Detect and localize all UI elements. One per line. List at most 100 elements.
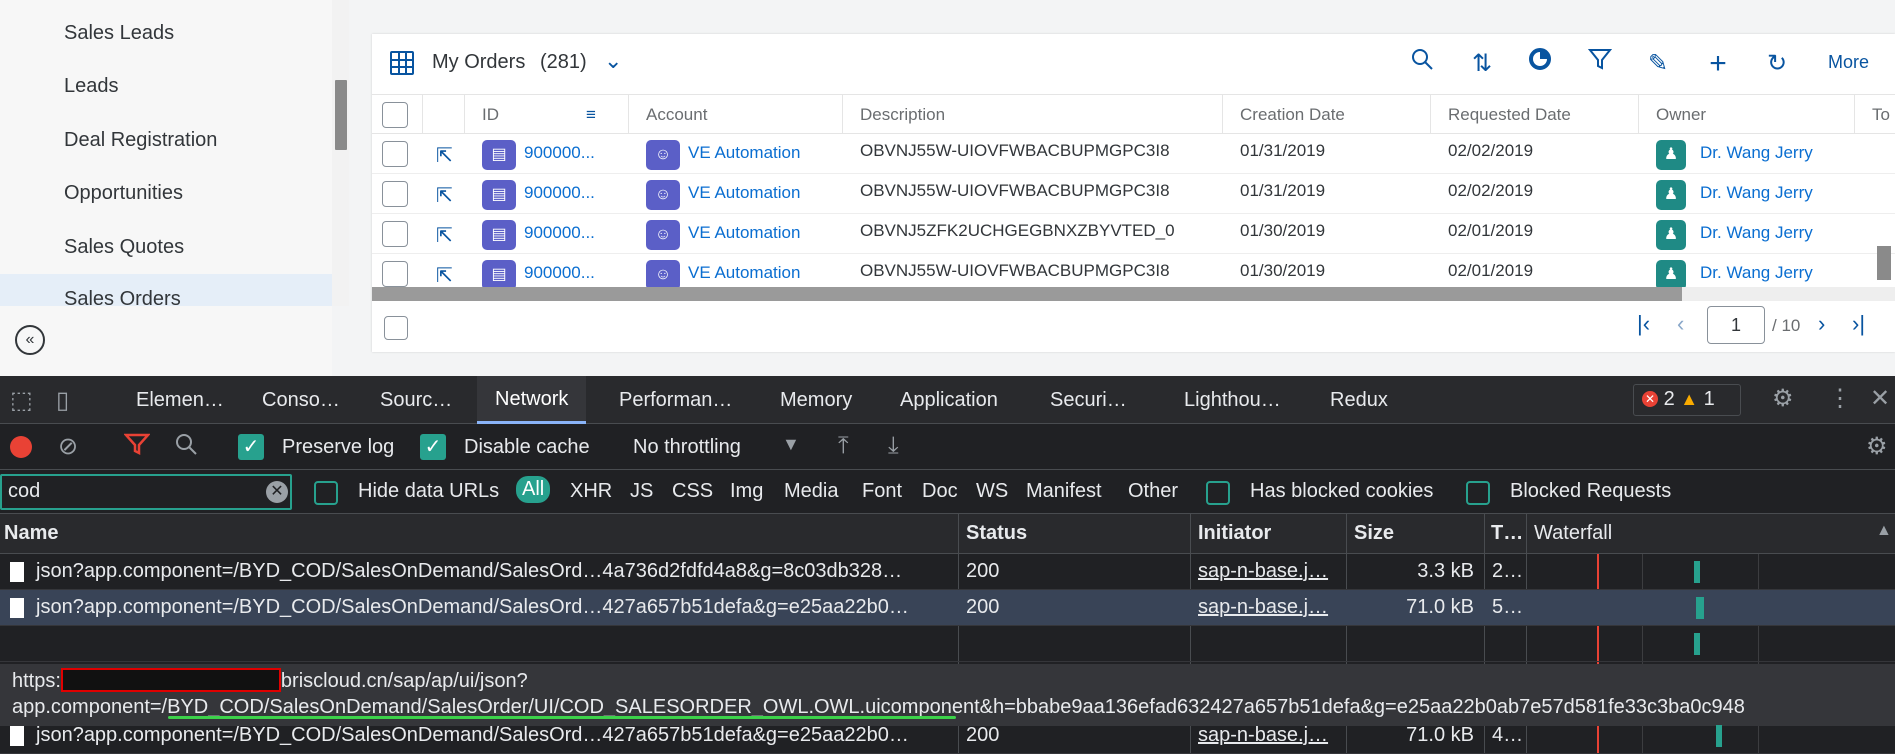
sort-icon[interactable]: ⇅ <box>1464 46 1500 82</box>
sidebar-scrollbar[interactable] <box>332 0 349 306</box>
row-checkbox[interactable] <box>382 221 408 247</box>
chevron-down-icon[interactable]: ⌄ <box>604 48 622 74</box>
open-external-icon[interactable]: ⇱ <box>436 183 460 207</box>
sort-ascending-icon[interactable]: ▲ <box>1876 522 1892 540</box>
hide-data-urls-checkbox[interactable] <box>314 481 338 505</box>
network-settings-gear-icon[interactable]: ⚙ <box>1866 432 1888 461</box>
sidebar-scroll-thumb[interactable] <box>335 80 347 150</box>
column-header-id[interactable]: ID <box>482 105 499 125</box>
add-icon[interactable]: + <box>1700 46 1736 82</box>
sidebar-item-opportunities[interactable]: Opportunities <box>64 182 183 205</box>
column-header-account[interactable]: Account <box>646 105 707 125</box>
more-button[interactable]: More <box>1828 52 1869 73</box>
clear-icon[interactable]: ⊘ <box>58 432 78 461</box>
import-har-icon[interactable]: ⤒ <box>838 432 849 460</box>
column-header-initiator[interactable]: Initiator <box>1198 522 1271 545</box>
tab-redux[interactable]: Redux <box>1330 389 1388 412</box>
column-header-size[interactable]: Size <box>1354 522 1394 545</box>
sidebar-item-deal-registration[interactable]: Deal Registration <box>64 129 217 152</box>
order-id-link[interactable]: 900000... <box>524 143 595 163</box>
table-row[interactable]: ⇱ ▤ 900000... ☺ VE Automation OBVNJ5ZFK2… <box>372 214 1895 254</box>
table-row[interactable]: ⇱ ▤ 900000... ☺ VE Automation OBVNJ55W-U… <box>372 254 1895 288</box>
table-vertical-scroll-thumb[interactable] <box>1877 246 1891 280</box>
filter-input[interactable]: cod <box>0 474 292 510</box>
throttling-select[interactable]: No throttling <box>633 436 741 459</box>
column-header-description[interactable]: Description <box>860 105 945 125</box>
type-filter-font[interactable]: Font <box>862 480 902 503</box>
tab-performance[interactable]: Performan… <box>619 389 732 412</box>
search-icon[interactable] <box>1404 46 1440 82</box>
table-view-icon[interactable] <box>390 51 414 75</box>
disable-cache-checkbox[interactable]: ✓ <box>420 434 446 460</box>
group-icon[interactable] <box>1522 46 1558 82</box>
sidebar-item-sales-leads[interactable]: Sales Leads <box>64 22 174 45</box>
last-page-icon[interactable]: ›| <box>1852 311 1865 337</box>
request-initiator-link[interactable]: sap-n-base.j… <box>1198 724 1328 747</box>
sidebar-item-leads[interactable]: Leads <box>64 75 119 98</box>
account-link[interactable]: VE Automation <box>688 143 800 163</box>
tab-elements[interactable]: Elemen… <box>136 389 224 412</box>
device-toolbar-icon[interactable]: ▯ <box>56 386 69 415</box>
type-filter-css[interactable]: CSS <box>672 480 713 503</box>
order-id-link[interactable]: 900000... <box>524 223 595 243</box>
settings-gear-icon[interactable]: ⚙ <box>1772 384 1794 413</box>
type-filter-js[interactable]: JS <box>630 480 653 503</box>
network-request-row[interactable]: json?app.component=/BYD_COD/SalesOnDeman… <box>0 554 1895 590</box>
table-horizontal-scroll-thumb[interactable] <box>372 287 1682 301</box>
dropdown-arrow-icon[interactable]: ▼ <box>782 434 800 455</box>
clear-filter-icon[interactable]: ✕ <box>266 481 288 503</box>
type-filter-media[interactable]: Media <box>784 480 838 503</box>
column-header-status[interactable]: Status <box>966 522 1027 545</box>
row-checkbox[interactable] <box>382 141 408 167</box>
tab-memory[interactable]: Memory <box>780 389 852 412</box>
tab-lighthouse[interactable]: Lighthou… <box>1184 389 1281 412</box>
request-initiator-link[interactable]: sap-n-base.j… <box>1198 596 1328 619</box>
edit-icon[interactable]: ✎ <box>1640 46 1676 82</box>
network-request-row-selected[interactable]: json?app.component=/BYD_COD/SalesOnDeman… <box>0 590 1895 626</box>
record-icon[interactable] <box>10 436 32 458</box>
select-all-checkbox[interactable] <box>382 102 408 128</box>
more-options-icon[interactable]: ⋮ <box>1828 384 1852 413</box>
request-initiator-link[interactable]: sap-n-base.j… <box>1198 560 1328 583</box>
tab-network[interactable]: Network <box>477 376 587 424</box>
tab-security[interactable]: Securi… <box>1050 389 1127 412</box>
tab-sources[interactable]: Sourc… <box>380 389 452 412</box>
next-page-icon[interactable]: › <box>1818 311 1825 337</box>
column-header-time[interactable]: T… <box>1491 522 1523 545</box>
export-har-icon[interactable]: ⤓ <box>888 432 899 460</box>
sidebar-item-sales-quotes[interactable]: Sales Quotes <box>64 236 184 259</box>
request-name[interactable]: json?app.component=/BYD_COD/SalesOnDeman… <box>36 560 902 583</box>
issues-badge[interactable]: ✕ 2 ▲ 1 <box>1633 384 1741 416</box>
footer-checkbox[interactable] <box>384 316 408 340</box>
request-name[interactable]: json?app.component=/BYD_COD/SalesOnDeman… <box>36 724 909 747</box>
double-chevron-left-icon[interactable]: « <box>15 325 45 355</box>
type-filter-doc[interactable]: Doc <box>922 480 958 503</box>
search-icon[interactable] <box>174 432 198 463</box>
sidebar-item-sales-orders[interactable]: Sales Orders <box>64 288 181 306</box>
account-link[interactable]: VE Automation <box>688 223 800 243</box>
account-link[interactable]: VE Automation <box>688 183 800 203</box>
previous-page-icon[interactable]: ‹ <box>1677 311 1684 337</box>
column-header-waterfall[interactable]: Waterfall <box>1534 522 1612 545</box>
owner-link[interactable]: Dr. Wang Jerry <box>1700 263 1813 283</box>
column-filter-icon[interactable]: ≡ <box>586 105 596 125</box>
owner-link[interactable]: Dr. Wang Jerry <box>1700 183 1813 203</box>
refresh-icon[interactable]: ↻ <box>1759 46 1795 82</box>
filter-icon[interactable] <box>123 432 151 463</box>
order-id-link[interactable]: 900000... <box>524 183 595 203</box>
blocked-requests-checkbox[interactable] <box>1466 481 1490 505</box>
table-horizontal-scrollbar[interactable] <box>372 287 1895 301</box>
order-id-link[interactable]: 900000... <box>524 263 595 283</box>
network-request-row[interactable] <box>0 626 1895 662</box>
row-checkbox[interactable] <box>382 261 408 287</box>
type-filter-xhr[interactable]: XHR <box>570 480 612 503</box>
column-header-creation-date[interactable]: Creation Date <box>1240 105 1345 125</box>
type-filter-all[interactable]: All <box>516 476 551 503</box>
inspect-element-icon[interactable]: ⬚ <box>10 386 33 415</box>
tab-application[interactable]: Application <box>900 389 998 412</box>
tab-console[interactable]: Conso… <box>262 389 340 412</box>
preserve-log-checkbox[interactable]: ✓ <box>238 434 264 460</box>
owner-link[interactable]: Dr. Wang Jerry <box>1700 223 1813 243</box>
open-external-icon[interactable]: ⇱ <box>436 143 460 167</box>
page-number-input[interactable]: 1 <box>1707 306 1765 344</box>
